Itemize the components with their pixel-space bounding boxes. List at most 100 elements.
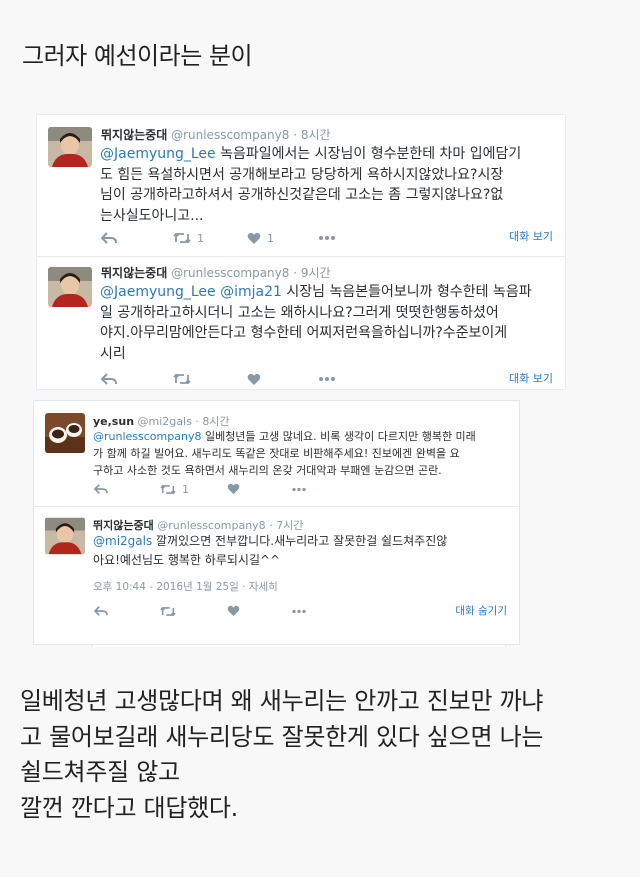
display-name[interactable]: 뛰지않는중대 <box>101 128 167 142</box>
username[interactable]: @runlesscompany8 <box>171 266 289 280</box>
meta-separator: · <box>293 266 298 280</box>
mention-link[interactable]: @mi2gals <box>93 534 152 548</box>
more-button[interactable] <box>318 371 336 387</box>
more-button[interactable] <box>318 230 336 246</box>
tweet-meta: 뛰지않는중대 @runlesscompany8 · 8시간 <box>101 126 331 143</box>
like-button[interactable] <box>227 603 246 619</box>
username[interactable]: @mi2gals <box>138 415 192 428</box>
tweet-text: @Jaemyung_Lee 녹음파일에서는 시장님이 형수분한테 차마 입에담기… <box>100 144 521 226</box>
username[interactable]: @runlesscompany8 <box>171 128 289 142</box>
tweet-text: @Jaemyung_Lee @imja21 시장님 녹음본들어보니까 형수한테 … <box>100 282 532 364</box>
retweet-button[interactable]: 1 <box>160 481 189 497</box>
retweet-icon <box>173 232 191 244</box>
retweet-count: 1 <box>197 231 204 245</box>
tweet-line: 님이 공개하라고하셔서 공개하신것같은데 고소는 좀 그렇지않나요?없 <box>100 187 504 203</box>
mention-link[interactable]: @runlesscompany8 <box>93 430 201 443</box>
line-text: 녹음파일에서는 시장님이 형수분한테 차마 입에담기 <box>215 146 522 162</box>
reply-box-edge <box>92 644 506 647</box>
reply-button[interactable] <box>94 481 108 497</box>
reply-button[interactable] <box>94 603 108 619</box>
mention-link[interactable]: @Jaemyung_Lee <box>100 284 216 300</box>
tweet-timestamp[interactable]: 오후 10:44 - 2016년 1월 25일 · 자세히 <box>93 579 278 594</box>
avatar[interactable] <box>45 517 85 555</box>
tweet-meta: 뛰지않는중대 @runlesscompany8 · 9시간 <box>101 264 331 281</box>
tweet-line: @Jaemyung_Lee 녹음파일에서는 시장님이 형수분한테 차마 입에담기 <box>100 144 521 165</box>
tweet-time[interactable]: 8시간 <box>301 128 331 142</box>
tweet-meta: ye,sun @mi2gals · 8시간 <box>93 413 230 429</box>
hide-conversation-link[interactable]: 대화 숨기기 <box>455 603 507 618</box>
heart-icon <box>227 483 240 495</box>
retweet-icon <box>173 373 191 385</box>
avatar-image <box>48 267 92 307</box>
retweet-button[interactable] <box>173 371 197 387</box>
reply-button[interactable] <box>101 230 117 246</box>
avatar[interactable] <box>48 127 92 167</box>
reply-icon <box>94 606 108 616</box>
tweet: 뛰지않는중대 @runlesscompany8 · 8시간 @Jaemyung_… <box>37 115 565 255</box>
reply-conversation-card: ye,sun @mi2gals · 8시간 @runlesscompany8 일… <box>33 400 520 647</box>
avatar-image <box>45 413 85 453</box>
line-text: 시장님 녹음본들어보니까 형수한테 녹음파 <box>281 284 532 300</box>
meta-separator: · <box>269 519 273 532</box>
heart-icon <box>247 373 261 385</box>
tweet-line: 일 공개하라고하시더니 고소는 왜하시나요?그러게 떳떳한행동하셨어 <box>100 304 499 321</box>
mention-link[interactable]: @imja21 <box>220 284 282 300</box>
tweet-line: @Jaemyung_Lee @imja21 시장님 녹음본들어보니까 형수한테 … <box>100 282 532 303</box>
line-text: 깔꺼있으면 전부깝니다.새누리라고 잘못한걸 쉴드쳐주진않 <box>152 534 448 548</box>
caption-line: 일베청년 고생많다며 왜 새누리는 안까고 진보만 까냐 <box>20 687 544 715</box>
display-name[interactable]: 뛰지않는중대 <box>101 266 167 280</box>
display-name[interactable]: ye,sun <box>93 415 134 428</box>
caption-line: 깔껀 깐다고 대답했다. <box>20 793 239 822</box>
retweet-icon <box>160 484 176 494</box>
reply-icon <box>94 484 108 494</box>
page-heading: 그러자 예선이라는 분이 <box>22 42 253 70</box>
tweet-time[interactable]: 7시간 <box>276 519 303 532</box>
more-button[interactable] <box>291 603 307 619</box>
tweet-line: 아요!예선님도 행복한 하루되시길^^ <box>93 553 281 567</box>
mention-link[interactable]: @Jaemyung_Lee <box>100 146 216 162</box>
like-button[interactable] <box>247 371 267 387</box>
retweet-button[interactable]: 1 <box>173 230 204 246</box>
caption-text: 일베청년 고생많다며 왜 새누리는 안까고 진보만 까냐 고 물어보길래 새누리… <box>20 684 620 826</box>
like-button[interactable] <box>227 481 246 497</box>
meta-separator: · <box>195 415 199 428</box>
like-count: 1 <box>267 231 274 245</box>
meta-separator: · <box>293 128 298 142</box>
view-conversation-link[interactable]: 대화 보기 <box>509 370 553 386</box>
display-name[interactable]: 뛰지않는중대 <box>93 519 154 532</box>
retweet-button[interactable] <box>160 603 182 619</box>
tweet-line: 가 함께 하길 빌어요. 새누리도 똑같은 잣대로 비판해주세요! 진보에겐 완… <box>93 447 460 460</box>
tweet-line: 도 힘든 욕설하시면서 공개해보라고 당당하게 욕하시지않았나요?시장 <box>100 166 504 183</box>
tweet-actions <box>101 371 561 389</box>
like-button[interactable]: 1 <box>247 230 274 246</box>
heart-icon <box>247 232 261 244</box>
avatar[interactable] <box>48 267 92 307</box>
retweet-icon <box>160 606 176 616</box>
view-conversation-link[interactable]: 대화 보기 <box>509 228 553 244</box>
tweet: 뛰지않는중대 @runlesscompany8 · 7시간 @mi2gals 깔… <box>34 507 519 646</box>
more-button[interactable] <box>291 481 307 497</box>
reply-button[interactable] <box>101 371 117 387</box>
more-icon <box>292 609 306 613</box>
avatar-image <box>48 127 92 167</box>
reply-icon <box>101 232 117 244</box>
more-icon <box>292 487 306 491</box>
tweet-line: 구하고 사소한 것도 욕하면서 새누리의 온갖 거대악과 부패엔 눈감으면 곤란… <box>93 464 442 477</box>
avatar[interactable] <box>45 413 85 453</box>
tweet-time[interactable]: 9시간 <box>301 266 331 280</box>
retweet-count: 1 <box>182 482 189 496</box>
caption-line: 쉴드쳐주질 않고 <box>20 758 180 786</box>
heart-icon <box>227 605 240 617</box>
tweet-line: 시리 <box>100 345 126 362</box>
tweet: ye,sun @mi2gals · 8시간 @runlesscompany8 일… <box>34 401 519 505</box>
tweet-actions <box>94 603 494 621</box>
tweet-actions: 1 1 <box>101 230 561 248</box>
more-icon <box>319 236 335 240</box>
tweet-line: @runlesscompany8 일베청년들 고생 많네요. 비록 생각이 다르… <box>93 428 476 445</box>
tweet-time[interactable]: 8시간 <box>202 415 229 428</box>
tweet-text: @mi2gals 깔꺼있으면 전부깝니다.새누리라고 잘못한걸 쉴드쳐주진않 아… <box>93 532 447 570</box>
more-icon <box>319 377 335 381</box>
reply-icon <box>101 373 117 385</box>
username[interactable]: @runlesscompany8 <box>157 519 265 532</box>
tweet-meta: 뛰지않는중대 @runlesscompany8 · 7시간 <box>93 517 303 533</box>
